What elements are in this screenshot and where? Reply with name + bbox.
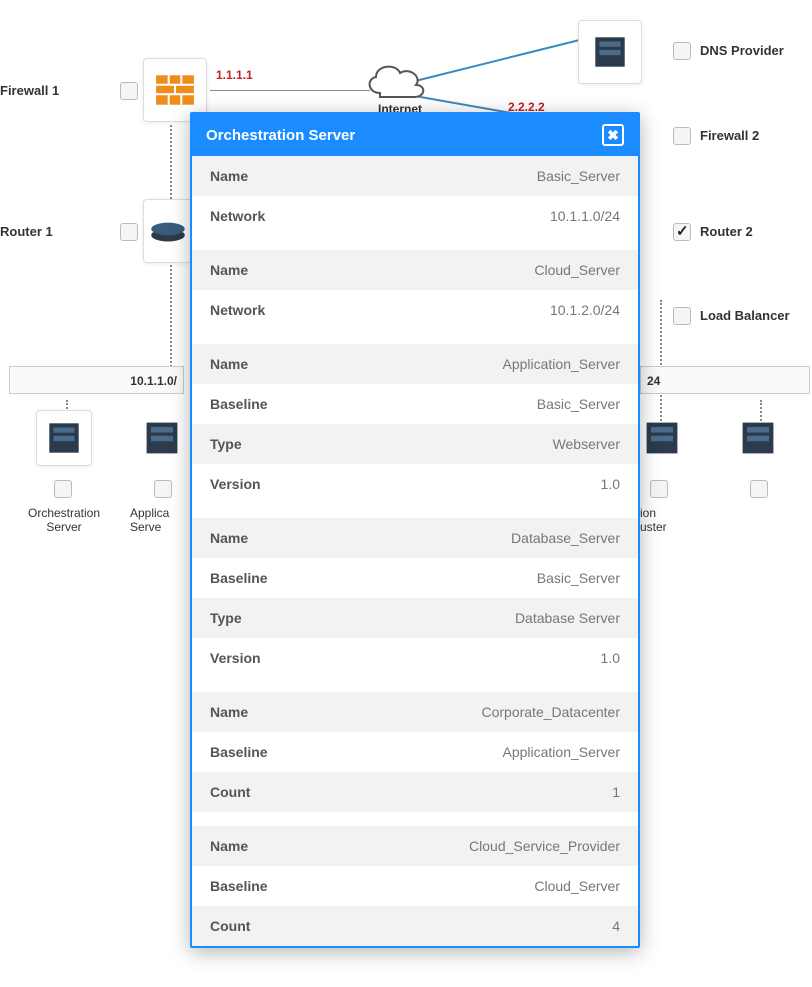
property-key: Baseline (210, 570, 268, 586)
router2-checkbox[interactable] (673, 223, 691, 241)
property-key: Network (210, 302, 265, 318)
property-key: Name (210, 262, 248, 278)
property-key: Version (210, 650, 261, 666)
property-row: Version 1.0 (192, 638, 638, 678)
property-row: Baseline Application_Server (192, 732, 638, 772)
property-row: Name Database_Server (192, 518, 638, 558)
dialog-title: Orchestration Server (206, 127, 355, 144)
property-key: Type (210, 610, 242, 626)
property-row: Name Application_Server (192, 344, 638, 384)
server-icon (640, 416, 684, 460)
loadbalancer-checkbox[interactable] (673, 307, 691, 325)
property-row: Version 1.0 (192, 464, 638, 504)
property-value: Application_Server (502, 744, 620, 760)
firewall2-checkbox[interactable] (673, 127, 691, 145)
firewall1-checkbox[interactable] (120, 82, 138, 100)
property-key: Name (210, 168, 248, 184)
property-value: Cloud_Server (534, 878, 620, 894)
property-key: Type (210, 436, 242, 452)
property-key: Count (210, 918, 250, 934)
subnet2-label: 24 (647, 374, 660, 388)
property-key: Name (210, 838, 248, 854)
property-key: Version (210, 476, 261, 492)
application-server-label: ApplicaServe (130, 506, 190, 534)
property-row: Type Database Server (192, 598, 638, 638)
right-checkbox-2[interactable] (750, 480, 768, 498)
property-key: Baseline (210, 396, 268, 412)
subnet1-label: 10.1.1.0/ (130, 367, 177, 395)
property-row: Baseline Basic_Server (192, 558, 638, 598)
property-value: 10.1.2.0/24 (550, 302, 620, 318)
dns-checkbox[interactable] (673, 42, 691, 60)
firewall-icon (154, 69, 196, 111)
property-row: Type Webserver (192, 424, 638, 464)
property-row: Name Cloud_Service_Provider (192, 826, 638, 866)
property-key: Baseline (210, 744, 268, 760)
dns-node[interactable] (578, 20, 642, 84)
property-value: 1 (612, 784, 620, 800)
cloud-icon (360, 55, 430, 105)
server-icon (140, 416, 184, 460)
orchestration-server-node[interactable] (36, 410, 92, 466)
firewall1-ip: 1.1.1.1 (216, 68, 253, 82)
application-server-node-partial[interactable] (140, 410, 190, 466)
router1-label: Router 1 (0, 224, 53, 239)
right-checkbox-1[interactable] (650, 480, 668, 498)
router2-label: Router 2 (700, 224, 753, 239)
right-server-node-2[interactable] (736, 410, 786, 466)
orchestration-server-checkbox[interactable] (54, 480, 72, 498)
subnet-bar-right: 24 (640, 366, 810, 394)
router1-checkbox[interactable] (120, 223, 138, 241)
router-icon (147, 210, 189, 252)
server-icon (736, 416, 780, 460)
property-row: Name Basic_Server (192, 156, 638, 196)
right-node-label: ionuster (640, 506, 690, 534)
property-row: Baseline Basic_Server (192, 384, 638, 424)
property-key: Name (210, 530, 248, 546)
property-value: Webserver (553, 436, 620, 452)
property-value: 1.0 (601, 650, 620, 666)
server-icon (43, 417, 85, 459)
property-value: Application_Server (502, 356, 620, 372)
property-row: Network 10.1.2.0/24 (192, 290, 638, 330)
property-key: Baseline (210, 878, 268, 894)
property-row: Network 10.1.1.0/24 (192, 196, 638, 236)
property-row: Count 1 (192, 772, 638, 812)
property-value: Database Server (515, 610, 620, 626)
property-row: Name Corporate_Datacenter (192, 692, 638, 732)
property-value: Cloud_Service_Provider (469, 838, 620, 854)
property-value: Database_Server (511, 530, 620, 546)
property-row: Baseline Cloud_Server (192, 866, 638, 906)
property-value: Cloud_Server (534, 262, 620, 278)
property-key: Name (210, 356, 248, 372)
property-key: Name (210, 704, 248, 720)
subnet-bar-left: 10.1.1.0/ (9, 366, 184, 394)
property-key: Count (210, 784, 250, 800)
property-value: Basic_Server (537, 168, 620, 184)
property-row: Name Cloud_Server (192, 250, 638, 290)
dialog-close-button[interactable]: ✖ (602, 124, 624, 146)
property-value: 10.1.1.0/24 (550, 208, 620, 224)
property-value: 1.0 (601, 476, 620, 492)
orchestration-server-label: OrchestrationServer (14, 506, 114, 534)
property-value: Basic_Server (537, 570, 620, 586)
right-server-node-1[interactable] (640, 410, 690, 466)
application-server-checkbox[interactable] (154, 480, 172, 498)
firewall1-label: Firewall 1 (0, 83, 59, 98)
dns-label: DNS Provider (700, 43, 784, 58)
property-value: Basic_Server (537, 396, 620, 412)
loadbalancer-label: Load Balancer (700, 308, 790, 323)
property-value: Corporate_Datacenter (481, 704, 620, 720)
dialog-body: Name Basic_Server Network 10.1.1.0/24 Name Cl… (192, 156, 638, 946)
property-value: 4 (612, 918, 620, 934)
close-icon: ✖ (607, 127, 619, 144)
firewall2-label: Firewall 2 (700, 128, 759, 143)
router1-node[interactable] (143, 199, 193, 263)
orchestration-server-dialog: Orchestration Server ✖ NameBasic_ServerN… (190, 112, 640, 948)
dialog-header[interactable]: Orchestration Server ✖ (192, 114, 638, 156)
server-icon (589, 31, 631, 73)
property-key: Network (210, 208, 265, 224)
property-row: Count 4 (192, 906, 638, 946)
